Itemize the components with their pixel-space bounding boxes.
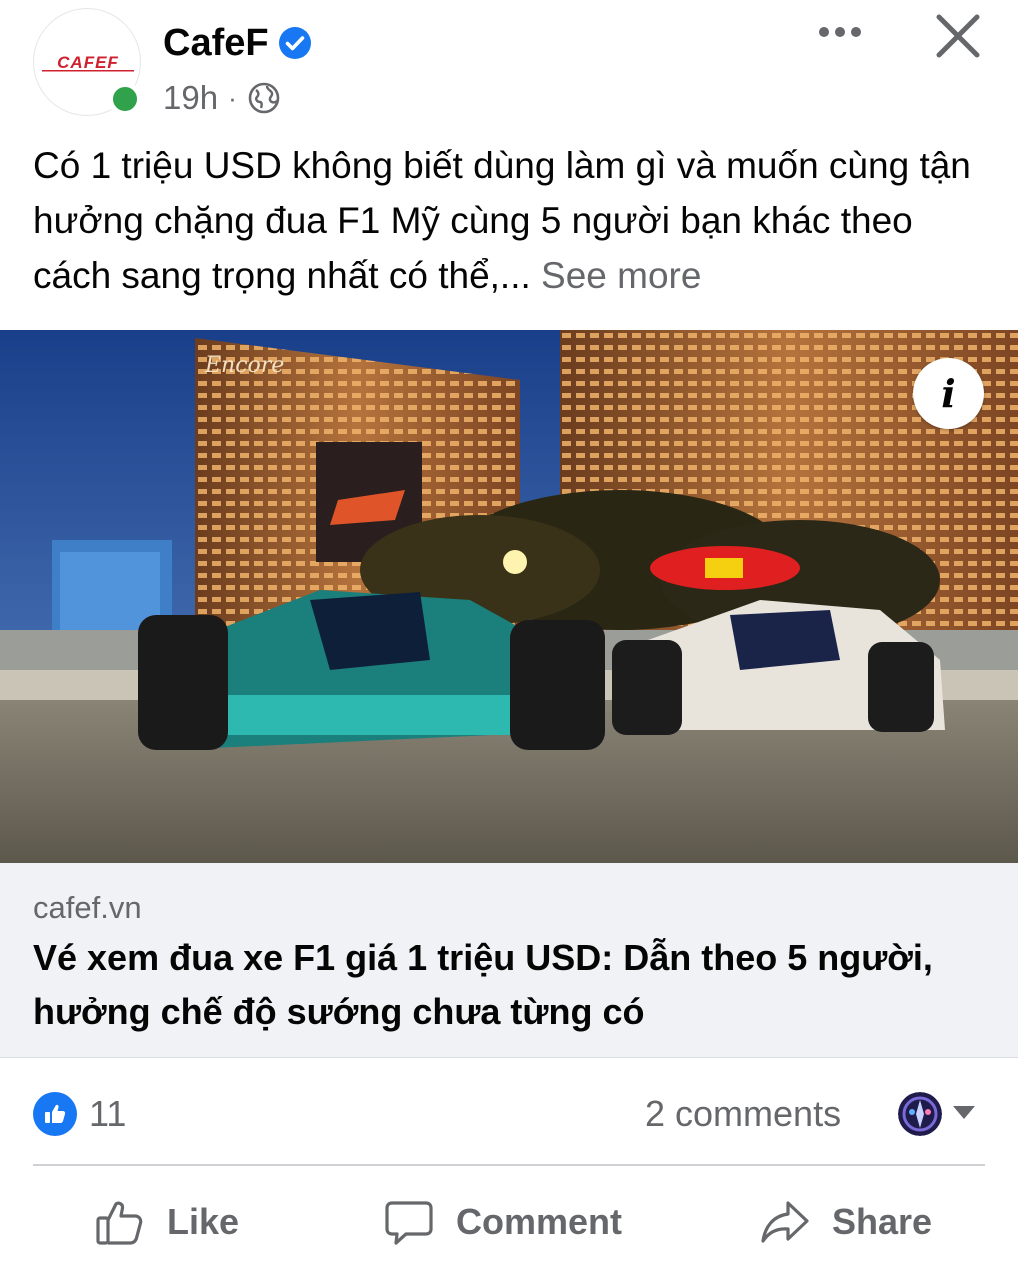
post-meta: 19h · bbox=[163, 76, 281, 120]
svg-text:Encore: Encore bbox=[204, 353, 284, 378]
like-reaction-icon bbox=[33, 1092, 77, 1136]
reaction-count: 11 bbox=[89, 1093, 127, 1134]
comment-icon bbox=[385, 1201, 433, 1245]
comment-button[interactable]: Comment bbox=[384, 1190, 622, 1254]
meta-separator: · bbox=[228, 82, 237, 113]
link-title: Vé xem đua xe F1 giá 1 triệu USD: Dẫn th… bbox=[33, 937, 933, 1032]
viewer-avatar[interactable] bbox=[898, 1092, 942, 1136]
post-header: CAFEF CafeF 19h · bbox=[0, 0, 1018, 130]
page-name[interactable]: CafeF bbox=[163, 22, 269, 65]
caption-text: Có 1 triệu USD không biết dùng làm gì và… bbox=[33, 145, 971, 296]
share-label: Share bbox=[832, 1201, 933, 1242]
post-time[interactable]: 19h bbox=[163, 79, 218, 117]
more-options-button[interactable] bbox=[810, 12, 870, 52]
comments-count[interactable]: 2 comments bbox=[645, 1090, 841, 1138]
post-caption: Có 1 triệu USD không biết dùng làm gì và… bbox=[33, 138, 993, 303]
reactions-summary[interactable]: 11 bbox=[33, 1090, 126, 1138]
share-button[interactable]: Share bbox=[760, 1190, 932, 1254]
chevron-down-icon[interactable] bbox=[952, 1104, 976, 1120]
info-button[interactable]: i bbox=[913, 358, 984, 429]
post-image[interactable]: Encore bbox=[0, 330, 1018, 863]
verified-icon bbox=[278, 27, 311, 59]
online-status-dot bbox=[108, 82, 142, 116]
thumbs-up-icon bbox=[96, 1201, 143, 1245]
see-more-link[interactable]: See more bbox=[541, 255, 701, 296]
page-name-row: CafeF bbox=[163, 18, 312, 68]
more-icon bbox=[819, 27, 861, 37]
svg-text:CAFEF: CAFEF bbox=[57, 53, 119, 72]
divider bbox=[33, 1164, 985, 1166]
link-domain: cafef.vn bbox=[33, 890, 142, 925]
info-icon: i bbox=[941, 371, 956, 416]
comment-label: Comment bbox=[456, 1201, 623, 1242]
close-icon[interactable] bbox=[930, 8, 986, 64]
cafef-logo: CAFEF bbox=[42, 53, 134, 72]
globe-icon bbox=[248, 82, 280, 114]
like-label: Like bbox=[167, 1201, 240, 1242]
link-preview[interactable]: cafef.vn Vé xem đua xe F1 giá 1 triệu US… bbox=[0, 863, 1018, 1058]
like-button[interactable]: Like bbox=[95, 1190, 239, 1254]
share-icon bbox=[761, 1201, 809, 1243]
